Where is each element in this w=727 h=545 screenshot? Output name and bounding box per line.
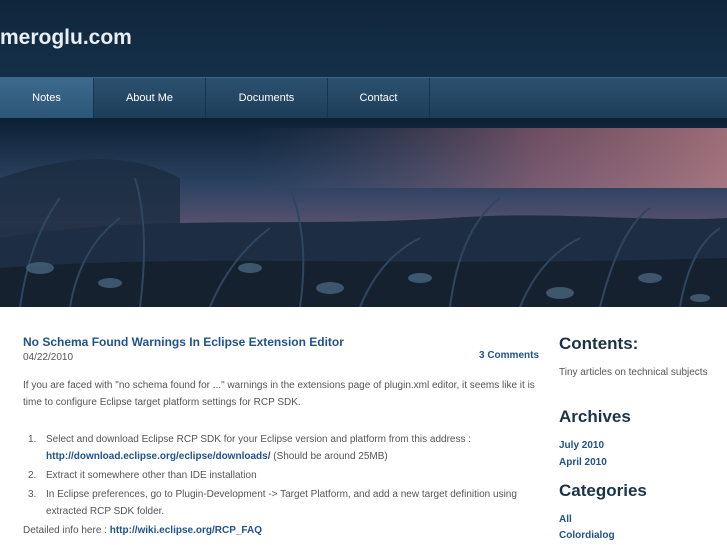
detail-label: Detailed info here :: [23, 525, 107, 536]
list-item: 3. In Eclipse preferences, go to Plugin-…: [23, 486, 543, 520]
step-note: (Should be around 25MB): [270, 451, 388, 462]
download-link[interactable]: http://download.eclipse.org/eclipse/down…: [46, 451, 270, 462]
archive-link-july-2010[interactable]: July 2010: [559, 440, 604, 451]
nav-item-notes[interactable]: Notes: [0, 78, 94, 119]
nav-item-about-me[interactable]: About Me: [94, 78, 206, 119]
comments-link[interactable]: 3 Comments: [479, 350, 539, 361]
list-number: 2.: [28, 470, 37, 481]
post-title[interactable]: No Schema Found Warnings In Eclipse Exte…: [23, 335, 344, 349]
contents-heading: Contents:: [559, 334, 639, 353]
steps-list: 1. Select and download Eclipse RCP SDK f…: [23, 431, 543, 522]
list-item: 2. Extract it somewhere other than IDE i…: [23, 467, 543, 484]
site-title[interactable]: meroglu.com: [0, 26, 132, 50]
detail-link[interactable]: http://wiki.eclipse.org/RCP_FAQ: [110, 525, 262, 536]
step-text: Select and download Eclipse RCP SDK for …: [46, 434, 472, 445]
categories-heading: Categories: [559, 481, 647, 500]
category-link-colordialog[interactable]: Colordialog: [559, 530, 615, 541]
archive-link-april-2010[interactable]: April 2010: [559, 457, 607, 468]
post-intro-line-1: If you are faced with "no schema found f…: [23, 380, 535, 391]
nav-item-contact[interactable]: Contact: [328, 78, 430, 119]
list-number: 3.: [28, 489, 37, 500]
list-number: 1.: [28, 434, 37, 445]
site-header: meroglu.com: [0, 0, 727, 77]
contents-text: Tiny articles on technical subjects: [559, 367, 708, 378]
list-item: 1. Select and download Eclipse RCP SDK f…: [23, 431, 543, 465]
grass-landscape-illustration: [0, 128, 727, 307]
archives-heading: Archives: [559, 407, 631, 426]
step-text: In Eclipse preferences, go to Plugin-Dev…: [46, 489, 517, 517]
detail-line: Detailed info here : http://wiki.eclipse…: [23, 522, 262, 539]
post-date: 04/22/2010: [23, 352, 74, 363]
main-nav: Notes About Me Documents Contact: [0, 77, 727, 119]
nav-item-documents[interactable]: Documents: [206, 78, 328, 119]
header-banner-image: [0, 118, 727, 307]
category-link-all[interactable]: All: [559, 514, 572, 525]
post-intro-line-2: time to configure Eclipse target platfor…: [23, 397, 301, 408]
step-text: Extract it somewhere other than IDE inst…: [46, 470, 257, 481]
